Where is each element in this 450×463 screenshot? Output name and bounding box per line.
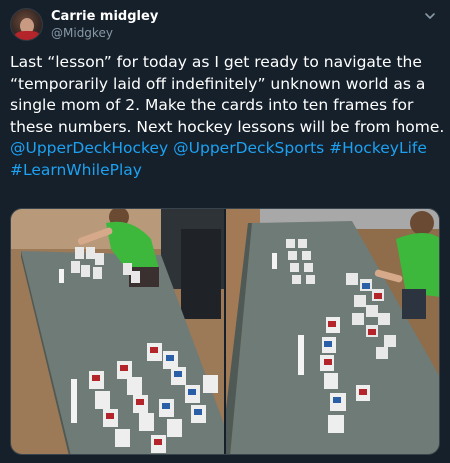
- tweet-media[interactable]: [10, 208, 440, 455]
- mention-link[interactable]: @UpperDeckSports: [173, 139, 324, 157]
- tweet-text-line: “temporarily laid off indefinitely” unkn…: [10, 74, 426, 93]
- photo-left[interactable]: [11, 209, 224, 455]
- tweet-text-line: these numbers. Next hockey lessons will …: [10, 117, 445, 136]
- hashtag-link[interactable]: #HockeyLife: [329, 139, 427, 157]
- tweet: Carrie midgley @Midgkey Last “lesson” fo…: [0, 0, 450, 463]
- mention-link[interactable]: @UpperDeckHockey: [10, 139, 168, 157]
- chevron-down-icon[interactable]: [422, 8, 438, 24]
- photo-right[interactable]: [226, 209, 440, 455]
- author-name[interactable]: Carrie midgley: [51, 9, 158, 24]
- tweet-text: Last “lesson” for today as I get ready t…: [10, 52, 445, 182]
- tweet-text-line: Last “lesson” for today as I get ready t…: [10, 53, 422, 71]
- tweet-text-line: single mom of 2. Make the cards into ten…: [10, 96, 414, 115]
- hashtag-link[interactable]: #LearnWhilePlay: [10, 161, 142, 179]
- author-handle[interactable]: @Midgkey: [51, 26, 113, 40]
- avatar[interactable]: [10, 8, 43, 41]
